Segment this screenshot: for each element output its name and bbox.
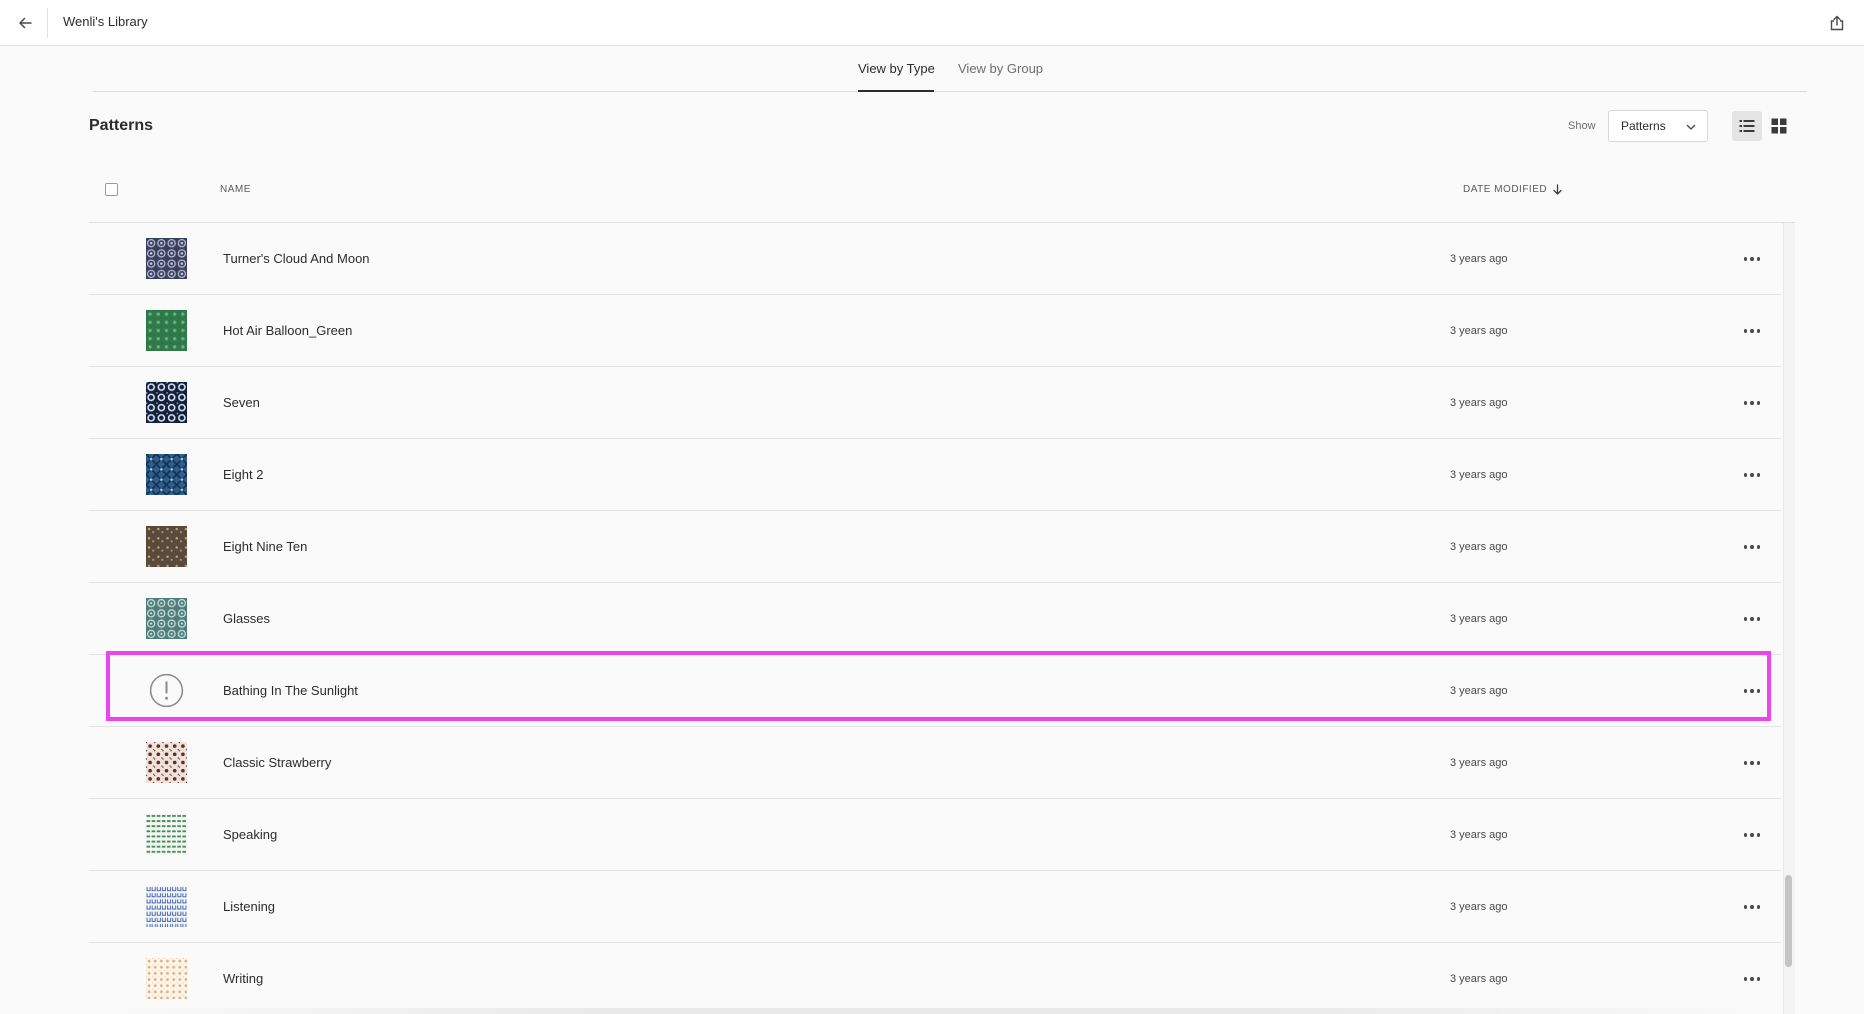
table-row[interactable]: Glasses 3 years ago: [89, 583, 1781, 655]
pattern-thumbnail: [146, 886, 187, 927]
row-name: Bathing In The Sunlight: [223, 683, 358, 698]
row-name: Turner's Cloud And Moon: [223, 251, 370, 266]
more-options-button[interactable]: [1737, 533, 1767, 561]
table-row[interactable]: Writing 3 years ago: [89, 943, 1781, 1014]
topbar-divider: [47, 8, 48, 38]
row-date: 3 years ago: [1450, 901, 1508, 913]
row-date: 3 years ago: [1450, 397, 1508, 409]
section-title: Patterns: [89, 117, 154, 134]
pattern-thumbnail: [146, 310, 187, 351]
pattern-thumbnail: [146, 958, 187, 999]
row-name: Glasses: [223, 611, 270, 626]
pattern-thumbnail: [146, 598, 187, 639]
back-button[interactable]: [10, 8, 40, 38]
top-bar: Wenli's Library: [0, 0, 1864, 46]
show-label: Show: [1568, 120, 1596, 132]
pattern-thumbnail: [146, 814, 187, 855]
table-row[interactable]: Eight Nine Ten 3 years ago: [89, 511, 1781, 583]
table-row[interactable]: Speaking 3 years ago: [89, 799, 1781, 871]
share-export-icon: [1830, 15, 1844, 31]
row-name: Hot Air Balloon_Green: [223, 323, 353, 338]
pattern-thumbnail: [146, 454, 187, 495]
table-row[interactable]: Seven 3 years ago: [89, 367, 1781, 439]
bottom-shadow: [89, 1008, 1781, 1014]
more-options-button[interactable]: [1737, 605, 1767, 633]
table-header: NAME DATE MODIFIED: [89, 175, 1795, 223]
list-view-button[interactable]: [1732, 111, 1762, 141]
table-row[interactable]: Eight 2 3 years ago: [89, 439, 1781, 511]
list-view-icon: [1739, 120, 1755, 132]
row-name: Eight 2: [223, 467, 264, 482]
more-options-button[interactable]: [1737, 389, 1767, 417]
share-button[interactable]: [1822, 8, 1852, 38]
pattern-thumbnail: [146, 238, 187, 279]
tab-view-by-group[interactable]: View by Group: [958, 61, 1043, 86]
row-date: 3 years ago: [1450, 253, 1508, 265]
row-name: Seven: [223, 395, 260, 410]
pattern-thumbnail: [146, 382, 187, 423]
row-name: Speaking: [223, 827, 278, 842]
more-options-button[interactable]: [1737, 749, 1767, 777]
library-title: Wenli's Library: [63, 14, 148, 29]
more-options-button[interactable]: [1737, 893, 1767, 921]
more-options-button[interactable]: [1737, 965, 1767, 993]
warning-icon: [149, 673, 184, 708]
more-options-button[interactable]: [1737, 461, 1767, 489]
grid-view-button[interactable]: [1764, 111, 1794, 141]
scrollbar-thumb[interactable]: [1785, 875, 1792, 967]
table-row[interactable]: Bathing In The Sunlight 3 years ago: [89, 655, 1781, 727]
column-header-date-label: DATE MODIFIED: [1463, 184, 1548, 195]
grid-view-icon: [1771, 118, 1787, 134]
row-date: 3 years ago: [1450, 325, 1508, 337]
more-options-button[interactable]: [1737, 245, 1767, 273]
row-date: 3 years ago: [1450, 973, 1508, 985]
row-name: Writing: [223, 971, 264, 986]
tab-view-by-type[interactable]: View by Type: [858, 61, 935, 86]
select-all-checkbox[interactable]: [105, 183, 118, 196]
row-name: Classic Strawberry: [223, 755, 332, 770]
table-row[interactable]: Listening 3 years ago: [89, 871, 1781, 943]
tabs-divider: [93, 91, 1807, 92]
column-header-date-modified[interactable]: DATE MODIFIED: [1463, 184, 1562, 195]
arrow-down-icon: [1553, 184, 1562, 195]
row-date: 3 years ago: [1450, 469, 1508, 481]
row-date: 3 years ago: [1450, 685, 1508, 697]
table-row[interactable]: Turner's Cloud And Moon 3 years ago: [89, 223, 1781, 295]
table-row[interactable]: Classic Strawberry 3 years ago: [89, 727, 1781, 799]
row-date: 3 years ago: [1450, 541, 1508, 553]
pattern-thumbnail: [146, 742, 187, 783]
more-options-button[interactable]: [1737, 317, 1767, 345]
pattern-thumbnail: [146, 526, 187, 567]
row-date: 3 years ago: [1450, 757, 1508, 769]
pattern-list: Turner's Cloud And Moon 3 years ago Hot …: [89, 223, 1781, 1014]
row-date: 3 years ago: [1450, 829, 1508, 841]
active-tab-indicator: [858, 90, 934, 92]
row-name: Eight Nine Ten: [223, 539, 308, 554]
more-options-button[interactable]: [1737, 677, 1767, 705]
column-header-name[interactable]: NAME: [220, 184, 251, 195]
show-type-value: Patterns: [1621, 119, 1666, 133]
table-row[interactable]: Hot Air Balloon_Green 3 years ago: [89, 295, 1781, 367]
chevron-down-icon: [1686, 124, 1696, 130]
row-name: Listening: [223, 899, 276, 914]
arrow-left-icon: [19, 17, 32, 29]
row-date: 3 years ago: [1450, 613, 1508, 625]
show-type-dropdown[interactable]: Patterns: [1608, 110, 1708, 142]
more-options-button[interactable]: [1737, 821, 1767, 849]
